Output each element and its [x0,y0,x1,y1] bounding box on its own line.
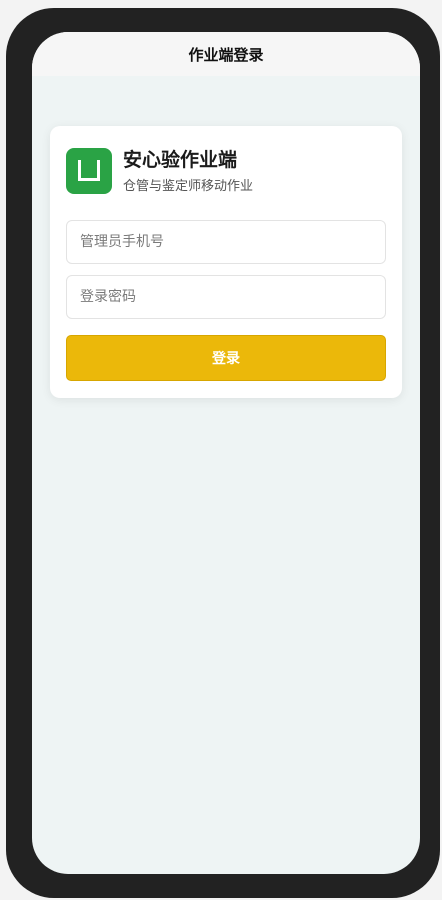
brand-text: 安心验作业端 仓管与鉴定师移动作业 [123,148,253,194]
logo-mark [78,160,100,181]
app-name: 安心验作业端 [123,149,238,171]
phone-input[interactable] [67,221,385,263]
app-logo-icon [66,148,112,194]
brand-header: 安心验作业端 仓管与鉴定师移动作业 [66,148,253,194]
app-subtitle: 仓管与鉴定师移动作业 [123,179,254,194]
password-input[interactable] [67,276,385,318]
login-button[interactable]: 登录 [66,335,386,381]
navigation-bar: 作业端登录 [32,32,420,76]
phone-field [66,220,386,264]
password-field [66,275,386,319]
app-screen: 作业端登录 安心验作业端 仓管与鉴定师移动作业 登录 [32,32,420,874]
page-title: 作业端登录 [188,45,264,64]
login-card: 安心验作业端 仓管与鉴定师移动作业 登录 [50,126,402,398]
